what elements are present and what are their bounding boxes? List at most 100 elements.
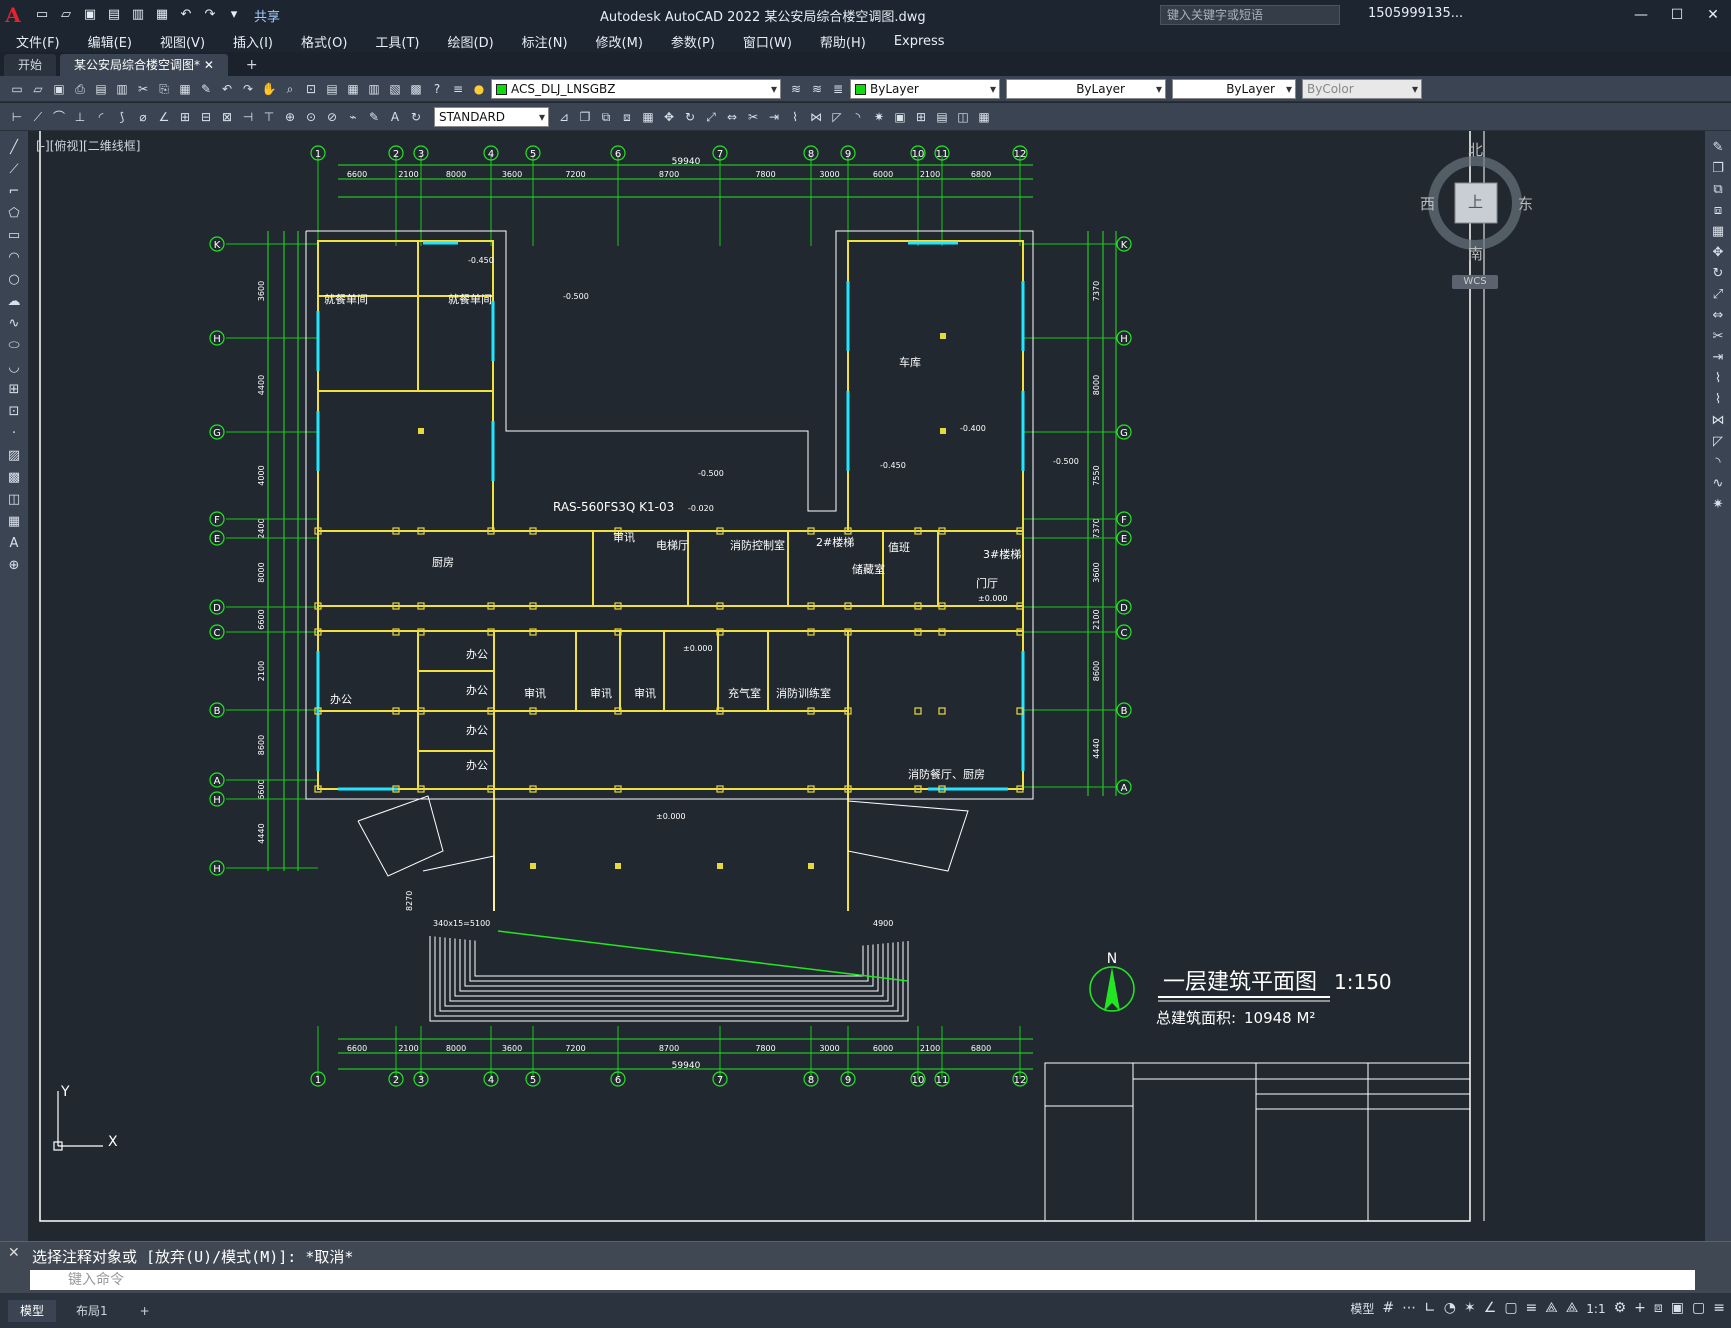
- drawing-canvas[interactable]: [-][俯视][二维线框] 59940 59940 6600 6600 2100 21…: [28, 125, 1705, 1241]
- dim-ordinate-icon[interactable]: ⊥: [71, 108, 89, 126]
- menu-parametric[interactable]: 参数(P): [671, 32, 715, 51]
- zoom-icon[interactable]: ⌕: [281, 80, 299, 98]
- quick-dim-icon[interactable]: ⊞: [176, 108, 194, 126]
- line-icon[interactable]: ╱: [10, 137, 18, 159]
- chamfer-icon[interactable]: ◸: [1713, 431, 1723, 452]
- viewcube[interactable]: 北 南 西 东 上 WCS: [1410, 141, 1540, 291]
- plot-icon[interactable]: ▦: [152, 6, 172, 24]
- menu-tools[interactable]: 工具(T): [375, 32, 419, 51]
- share-button[interactable]: 共享: [254, 6, 280, 25]
- construction-line-icon[interactable]: ⟋: [9, 159, 18, 181]
- inspection-icon[interactable]: ⊘: [323, 108, 341, 126]
- dim-break-icon[interactable]: ⊤: [260, 108, 278, 126]
- chamfer-icon[interactable]: ◸: [828, 108, 846, 126]
- tolerance-icon[interactable]: ⊕: [281, 108, 299, 126]
- layer-dropdown[interactable]: ACS_DLJ_LNSGBZ: [491, 78, 781, 99]
- dim-aligned-icon[interactable]: ⟋: [29, 108, 47, 126]
- viewcube-west[interactable]: 西: [1420, 193, 1435, 214]
- center-mark-icon[interactable]: ⊙: [302, 108, 320, 126]
- redo-icon[interactable]: ↷: [239, 80, 257, 98]
- make-current-icon[interactable]: ≣: [829, 80, 847, 98]
- close-icon[interactable]: ✕: [1695, 0, 1731, 30]
- new-icon[interactable]: ▭: [8, 80, 26, 98]
- dim-angular-icon[interactable]: ∠: [155, 108, 173, 126]
- publish-icon[interactable]: ▥: [128, 6, 148, 24]
- table-icon[interactable]: ▦: [8, 511, 20, 533]
- viewcube-east[interactable]: 东: [1518, 193, 1533, 214]
- osnap-icon[interactable]: ✶: [1464, 1300, 1476, 1318]
- match-icon[interactable]: ✎: [197, 80, 215, 98]
- new-tab-button[interactable]: +: [232, 54, 272, 76]
- tab-layout1[interactable]: 布局1: [64, 1300, 120, 1322]
- erase-icon[interactable]: ✎: [1713, 137, 1724, 158]
- dim-space-icon[interactable]: ⊣: [239, 108, 257, 126]
- design-center-icon[interactable]: ▦: [344, 80, 362, 98]
- close-tab-icon[interactable]: ✕: [204, 58, 214, 72]
- dim-continue-icon[interactable]: ⊠: [218, 108, 236, 126]
- attribute-icon[interactable]: ▤: [933, 108, 951, 126]
- auto-scale-icon[interactable]: ⟁: [1566, 1300, 1579, 1318]
- lineweight-icon[interactable]: ≡: [1526, 1300, 1538, 1318]
- move-icon[interactable]: ✥: [1713, 242, 1724, 263]
- viewcube-top[interactable]: 上: [1468, 191, 1483, 212]
- dim-baseline-icon[interactable]: ⊟: [197, 108, 215, 126]
- copy-icon[interactable]: ❐: [1712, 158, 1724, 179]
- add-selected-icon[interactable]: ⊕: [9, 555, 20, 577]
- viewcube-south[interactable]: 南: [1468, 243, 1483, 264]
- snap-icon[interactable]: ⋯: [1402, 1300, 1416, 1318]
- dim-radius-icon[interactable]: ◜: [92, 108, 110, 126]
- layer-state-icon[interactable]: ≋: [808, 80, 826, 98]
- linetype-dropdown[interactable]: ByLayer: [1006, 78, 1166, 99]
- rotate-icon[interactable]: ↻: [681, 108, 699, 126]
- explode-icon[interactable]: ✷: [1713, 494, 1724, 515]
- annotation-visibility-icon[interactable]: ⟁: [1545, 1300, 1558, 1318]
- region-icon[interactable]: ◫: [954, 108, 972, 126]
- copy-icon[interactable]: ⎘: [155, 80, 173, 98]
- menu-modify[interactable]: 修改(M): [596, 32, 643, 51]
- preview-icon[interactable]: ▤: [92, 80, 110, 98]
- save-icon[interactable]: ▣: [80, 6, 100, 24]
- menu-edit[interactable]: 编辑(E): [88, 32, 132, 51]
- mtext-icon[interactable]: A: [10, 533, 19, 555]
- arc-icon[interactable]: ◠: [8, 247, 19, 269]
- plotstyle-dropdown[interactable]: ByColor: [1302, 78, 1422, 99]
- properties-icon[interactable]: ▤: [323, 80, 341, 98]
- save-as-icon[interactable]: ▤: [104, 6, 124, 24]
- redo-icon[interactable]: ↷: [200, 6, 220, 24]
- circle-icon[interactable]: ○: [8, 269, 19, 291]
- ortho-icon[interactable]: ∟: [1424, 1300, 1436, 1318]
- polygon-icon[interactable]: ⬠: [8, 203, 19, 225]
- move-icon[interactable]: ✥: [660, 108, 678, 126]
- open-icon[interactable]: ▱: [56, 6, 76, 24]
- save-icon[interactable]: ▣: [50, 80, 68, 98]
- undo-icon[interactable]: ↶: [176, 6, 196, 24]
- insert-icon[interactable]: ⊞: [912, 108, 930, 126]
- otrack-icon[interactable]: ∠: [1484, 1300, 1497, 1318]
- bulb-icon[interactable]: ●: [470, 80, 488, 98]
- menu-express[interactable]: Express: [894, 34, 945, 49]
- menu-dimension[interactable]: 标注(N): [522, 32, 568, 51]
- open-icon[interactable]: ▱: [29, 80, 47, 98]
- grid-icon[interactable]: #: [1382, 1300, 1394, 1318]
- trim-icon[interactable]: ✂: [744, 108, 762, 126]
- dim-diameter-icon[interactable]: ⌀: [134, 108, 152, 126]
- paste-icon[interactable]: ▦: [176, 80, 194, 98]
- hardware-icon[interactable]: ▣: [1671, 1300, 1684, 1318]
- viewport-controls[interactable]: [-][俯视][二维线框]: [36, 137, 140, 154]
- block-icon[interactable]: ▣: [891, 108, 909, 126]
- point-icon[interactable]: ·: [12, 423, 16, 445]
- fillet-icon[interactable]: ◝: [849, 108, 867, 126]
- rotate-icon[interactable]: ↻: [1713, 263, 1724, 284]
- array-icon[interactable]: ▦: [1712, 221, 1724, 242]
- scale-icon[interactable]: ⤢: [702, 108, 720, 126]
- hatch-icon[interactable]: ▨: [8, 445, 20, 467]
- undo-icon[interactable]: ↶: [218, 80, 236, 98]
- gradient-icon[interactable]: ▩: [8, 467, 20, 489]
- jogged-linear-icon[interactable]: ⌁: [344, 108, 362, 126]
- offset-icon[interactable]: ⧈: [1714, 200, 1722, 221]
- menu-format[interactable]: 格式(O): [301, 32, 347, 51]
- explode-icon[interactable]: ✷: [870, 108, 888, 126]
- make-block-icon[interactable]: ⊡: [9, 401, 20, 423]
- blend-icon[interactable]: ∿: [1713, 473, 1724, 494]
- tab-drawing[interactable]: 某公安局综合楼空调图* ✕: [60, 54, 228, 76]
